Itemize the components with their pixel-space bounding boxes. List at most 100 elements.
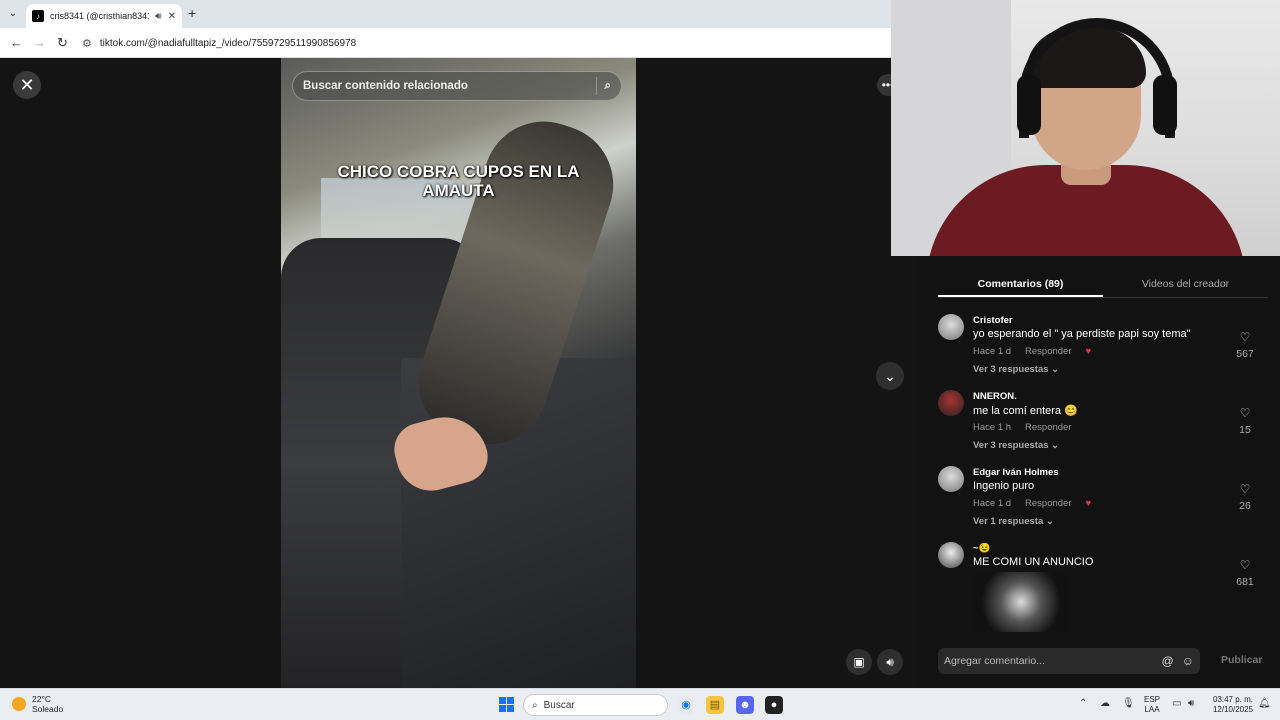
- url-text: tiktok.com/@nadiafulltapiz_/video/755972…: [99, 37, 357, 49]
- picture-in-picture-icon[interactable]: ▣: [846, 649, 872, 675]
- notification-bell-icon[interactable]: 🔔︎: [1258, 698, 1271, 709]
- like-button[interactable]: ♡ 681: [1230, 558, 1260, 590]
- browser-tab-active[interactable]: ♪ cris8341 (@cristhian83411 🔊︎ ✕: [26, 4, 182, 28]
- avatar[interactable]: [938, 390, 964, 416]
- url-field[interactable]: ⚙ tiktok.com/@nadiafulltapiz_/video/7559…: [82, 33, 882, 53]
- like-button[interactable]: ♡ 26: [1230, 482, 1260, 514]
- weather-condition: Soleado: [32, 704, 64, 714]
- comment-user[interactable]: Cristofer: [973, 315, 1013, 326]
- comment-meta: Hace 1 h Responder: [973, 422, 1072, 433]
- address-bar-row: ← → ↻ ⚙ tiktok.com/@nadiafulltapiz_/vide…: [0, 28, 891, 58]
- related-search-input[interactable]: Buscar contenido relacionado ⌕: [292, 71, 622, 101]
- next-video-chevron-icon[interactable]: ⌄: [876, 362, 904, 390]
- taskbar-search-label: Buscar: [543, 699, 575, 711]
- comment-item: Edgar Iván Holmes Ingenio puro Hace 1 d …: [938, 464, 1260, 540]
- tab-creator-videos[interactable]: Videos del creador: [1103, 274, 1268, 297]
- windows-start-icon[interactable]: [499, 697, 514, 712]
- like-count: 681: [1236, 576, 1254, 588]
- language-indicator[interactable]: ESP LAA: [1144, 695, 1160, 715]
- network-icon[interactable]: ▭: [1172, 698, 1181, 709]
- speaker-icon[interactable]: 🔊︎: [155, 11, 161, 22]
- clock-time: 03:47 p. m.: [1212, 695, 1253, 704]
- avatar[interactable]: [938, 314, 964, 340]
- heart-icon: ♡: [1239, 558, 1251, 572]
- tab-title: cris8341 (@cristhian83411: [50, 11, 150, 21]
- comment-meta: Hace 1 d Responder ♥: [973, 498, 1091, 509]
- emoji-icon[interactable]: ☺: [1182, 654, 1194, 668]
- search-icon[interactable]: ⌕: [605, 80, 611, 93]
- system-clock[interactable]: 03:47 p. m. 12/10/2025: [1207, 695, 1253, 715]
- browser-tab-strip: ⌄ ♪ cris8341 (@cristhian83411 🔊︎ ✕ +: [0, 0, 891, 28]
- taskbar-search[interactable]: ⌕ Buscar: [523, 694, 668, 716]
- avatar[interactable]: [938, 542, 964, 568]
- cloud-icon[interactable]: ☁: [1100, 698, 1110, 709]
- comment-item: ~😉 ME COMI UN ANUNCIO ♡ 681: [938, 540, 1260, 632]
- close-video-button[interactable]: ✕: [13, 71, 41, 99]
- comment-image[interactable]: [973, 572, 1069, 632]
- creator-liked-icon: ♥: [1085, 498, 1092, 509]
- comment-user[interactable]: Edgar Iván Holmes: [973, 467, 1059, 478]
- reload-icon[interactable]: ↻: [57, 35, 68, 51]
- like-button[interactable]: ♡ 567: [1230, 330, 1260, 362]
- publish-button[interactable]: Publicar: [1221, 654, 1262, 666]
- reply-button[interactable]: Responder: [1025, 422, 1071, 433]
- tiktok-favicon-icon: ♪: [32, 10, 44, 22]
- search-divider: [595, 77, 597, 95]
- search-icon: ⌕: [532, 699, 538, 711]
- tray-chevron-icon[interactable]: ⌃: [1079, 698, 1087, 709]
- weather-widget[interactable]: 22°C Soleado: [12, 694, 63, 714]
- view-replies-button[interactable]: Ver 3 respuestas ⌄: [973, 440, 1059, 451]
- comment-item: Cristofer yo esperando el " ya perdiste …: [938, 312, 1260, 388]
- like-button[interactable]: ♡ 15: [1230, 406, 1260, 438]
- reply-button[interactable]: Responder: [1025, 498, 1071, 509]
- site-info-icon[interactable]: ⚙: [82, 37, 92, 50]
- avatar[interactable]: [938, 466, 964, 492]
- mention-icon[interactable]: @: [1162, 654, 1174, 668]
- view-replies-button[interactable]: Ver 1 respuesta ⌄: [973, 516, 1054, 527]
- comment-time: Hace 1 d: [973, 498, 1012, 509]
- layout-code: LAA: [1144, 705, 1160, 714]
- comments-panel: Comentarios (89) Videos del creador Cris…: [918, 256, 1280, 688]
- sun-icon: [12, 697, 26, 711]
- comment-item: NNERON. me la comí entera 😊 Hace 1 h Res…: [938, 388, 1260, 464]
- comment-time: Hace 1 h: [973, 422, 1012, 433]
- chrome-icon[interactable]: ◉: [677, 696, 695, 714]
- comment-user[interactable]: NNERON.: [973, 391, 1017, 402]
- reply-button[interactable]: Responder: [1025, 346, 1071, 357]
- video-stage: ✕ Buscar contenido relacionado ⌕ CHICO C…: [0, 58, 918, 688]
- comment-text: Ingenio puro: [973, 480, 1035, 492]
- comment-text: me la comí entera 😊: [973, 405, 1078, 417]
- panel-tabs: Comentarios (89) Videos del creador: [938, 274, 1268, 298]
- comment-user[interactable]: ~😉: [973, 543, 990, 554]
- discord-icon[interactable]: ☻: [736, 696, 754, 714]
- forward-arrow-icon[interactable]: →: [33, 35, 46, 50]
- related-search-placeholder: Buscar contenido relacionado: [303, 80, 468, 92]
- tab-close-icon[interactable]: ✕: [168, 11, 176, 22]
- tab-comments[interactable]: Comentarios (89): [938, 274, 1103, 297]
- clock-date: 12/10/2025: [1212, 705, 1253, 714]
- comment-time: Hace 1 d: [973, 346, 1012, 357]
- volume-tray-icon[interactable]: 🔊︎: [1188, 698, 1194, 709]
- file-explorer-icon[interactable]: ▤: [706, 696, 724, 714]
- volume-icon[interactable]: 🔊︎: [877, 649, 903, 675]
- creator-liked-icon: ♥: [1085, 346, 1092, 357]
- like-count: 567: [1236, 348, 1254, 360]
- tab-search-chevron-icon[interactable]: ⌄: [4, 5, 22, 23]
- view-replies-button[interactable]: Ver 3 respuestas ⌄: [973, 364, 1059, 375]
- video-player[interactable]: Buscar contenido relacionado ⌕ CHICO COB…: [281, 58, 636, 688]
- heart-icon: ♡: [1239, 406, 1251, 420]
- headphone-cup-left: [1017, 75, 1041, 135]
- comment-text: ME COMI UN ANUNCIO: [973, 556, 1094, 568]
- language-code: ESP: [1144, 695, 1161, 704]
- new-tab-button[interactable]: +: [188, 5, 196, 21]
- webcam-overlay: [891, 0, 1280, 256]
- back-arrow-icon[interactable]: ←: [10, 35, 23, 50]
- comment-input[interactable]: Agregar comentario... @ ☺: [938, 648, 1200, 674]
- like-count: 26: [1239, 500, 1251, 512]
- like-count: 15: [1239, 424, 1251, 436]
- obs-icon[interactable]: ●: [765, 696, 783, 714]
- microphone-icon[interactable]: 🎙︎: [1122, 698, 1135, 709]
- heart-icon: ♡: [1239, 482, 1251, 496]
- weather-temp: 22°C: [32, 694, 51, 704]
- headphones-band: [1019, 18, 1175, 138]
